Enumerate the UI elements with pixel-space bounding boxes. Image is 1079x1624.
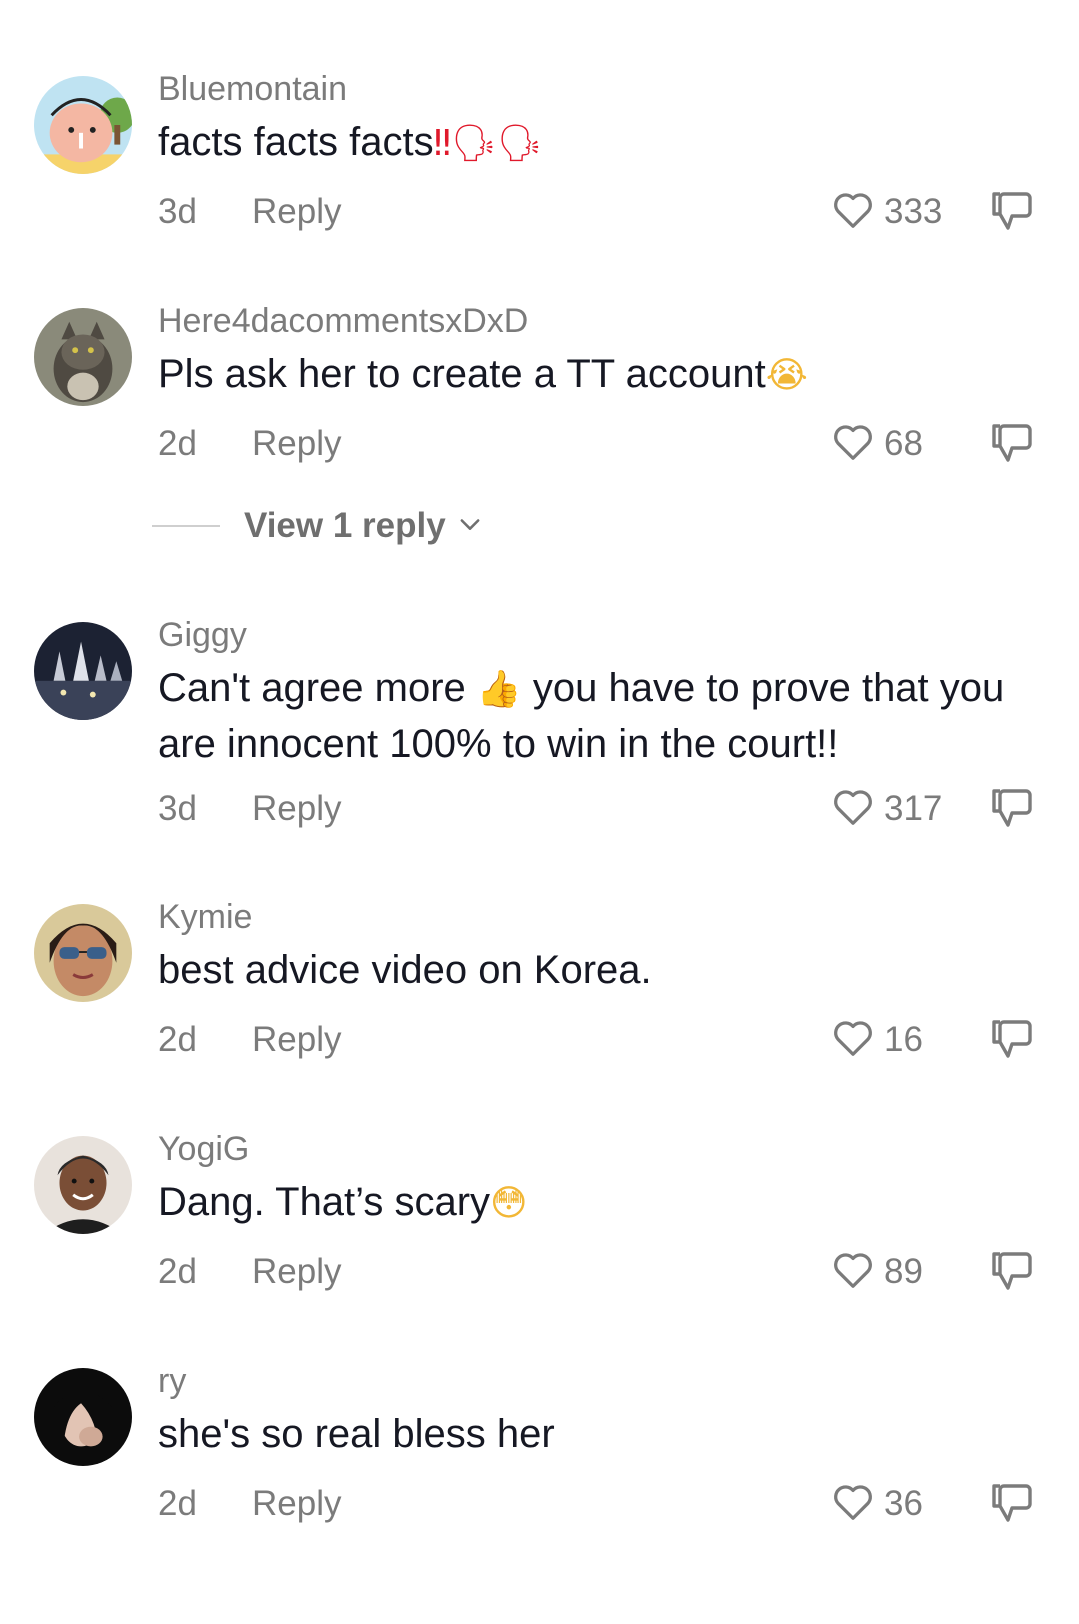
avatar[interactable] <box>34 622 132 720</box>
avatar[interactable] <box>34 1136 132 1234</box>
thumbs-down-icon <box>988 424 1036 470</box>
like-button[interactable]: 89 <box>830 1246 923 1297</box>
like-button[interactable]: 36 <box>830 1478 923 1529</box>
comment-emoji: 😭 <box>765 355 808 396</box>
thumbs-down-icon <box>988 1484 1036 1530</box>
comment-text: best advice video on Korea. <box>158 943 1038 997</box>
like-count: 16 <box>884 1019 923 1059</box>
dislike-button[interactable] <box>988 186 1036 239</box>
heart-outline-icon <box>830 1246 876 1297</box>
like-count: 333 <box>884 191 943 231</box>
comment-text-body: Dang. That’s scary <box>158 1180 491 1224</box>
comment-username[interactable]: YogiG <box>158 1130 249 1169</box>
heart-outline-icon <box>830 418 876 469</box>
like-button[interactable]: 16 <box>830 1014 923 1065</box>
like-count: 89 <box>884 1251 923 1291</box>
chevron-down-icon <box>446 510 484 543</box>
like-button[interactable]: 68 <box>830 418 923 469</box>
view-replies-button[interactable]: View 1 reply <box>152 506 484 546</box>
divider <box>152 525 220 527</box>
comment-timestamp: 3d <box>158 192 197 231</box>
comment-text: she's so real bless her <box>158 1407 1038 1461</box>
thumbs-down-icon <box>988 789 1036 835</box>
comment-username[interactable]: ry <box>158 1362 186 1401</box>
like-button[interactable]: 333 <box>830 186 942 237</box>
dislike-button[interactable] <box>988 1014 1036 1067</box>
comment-emoji: 👍 <box>476 669 522 710</box>
reply-button[interactable]: Reply <box>252 1484 341 1524</box>
comment-username[interactable]: Here4dacommentsxDxD <box>158 302 528 341</box>
thumbs-down-icon <box>988 192 1036 238</box>
like-count: 68 <box>884 423 923 463</box>
like-button[interactable]: 317 <box>830 783 942 834</box>
avatar[interactable] <box>34 1368 132 1466</box>
thumbs-down-icon <box>988 1252 1036 1298</box>
view-replies-label: View 1 reply <box>244 506 446 545</box>
like-count: 317 <box>884 788 943 828</box>
comment-text-body: Can't agree more <box>158 666 477 710</box>
heart-outline-icon <box>830 783 876 834</box>
comment-text-body: Pls ask her to create a TT account <box>158 352 766 396</box>
comment-text: facts facts facts‼🗣🗣 <box>158 115 1038 171</box>
dislike-button[interactable] <box>988 418 1036 471</box>
comment-emoji: ‼🗣🗣 <box>433 123 543 164</box>
reply-button[interactable]: Reply <box>252 789 341 829</box>
avatar[interactable] <box>34 904 132 1002</box>
comment-text: Pls ask her to create a TT account😭 <box>158 347 1038 403</box>
comment-username[interactable]: Kymie <box>158 898 252 937</box>
heart-outline-icon <box>830 186 876 237</box>
comment-text: Can't agree more 👍 you have to prove tha… <box>158 661 1038 771</box>
heart-outline-icon <box>830 1478 876 1529</box>
comment-timestamp: 2d <box>158 1020 197 1059</box>
reply-button[interactable]: Reply <box>252 1020 341 1060</box>
comment-text-body: best advice video on Korea. <box>158 948 652 992</box>
comment-username[interactable]: Giggy <box>158 616 247 655</box>
comment-username[interactable]: Bluemontain <box>158 70 347 109</box>
reply-button[interactable]: Reply <box>252 192 341 232</box>
comment-timestamp: 2d <box>158 424 197 463</box>
reply-button[interactable]: Reply <box>252 1252 341 1292</box>
reply-button[interactable]: Reply <box>252 424 341 464</box>
thumbs-down-icon <box>988 1020 1036 1066</box>
like-count: 36 <box>884 1483 923 1523</box>
comment-text-body: facts facts facts <box>158 120 434 164</box>
comment-text-body: she's so real bless her <box>158 1412 555 1456</box>
dislike-button[interactable] <box>988 1246 1036 1299</box>
dislike-button[interactable] <box>988 1478 1036 1531</box>
heart-outline-icon <box>830 1014 876 1065</box>
comment-timestamp: 2d <box>158 1252 197 1291</box>
avatar[interactable] <box>34 308 132 406</box>
comment-timestamp: 3d <box>158 789 197 828</box>
comment-emoji: 😳 <box>490 1183 528 1224</box>
avatar[interactable] <box>34 76 132 174</box>
dislike-button[interactable] <box>988 783 1036 836</box>
comment-text: Dang. That’s scary😳 <box>158 1175 1038 1231</box>
comment-timestamp: 2d <box>158 1484 197 1523</box>
